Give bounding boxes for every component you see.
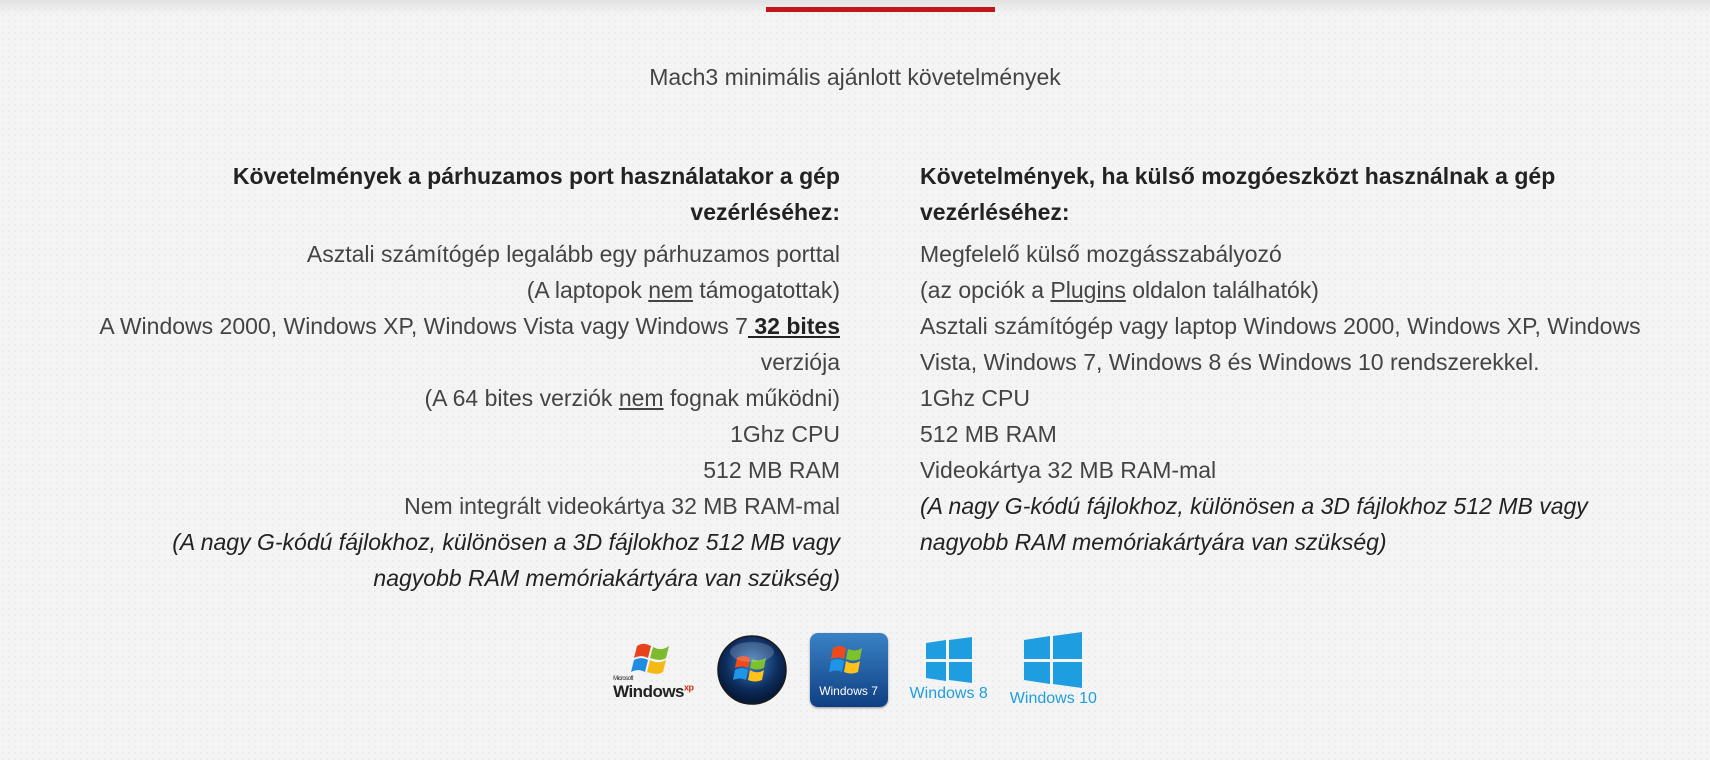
external-motion-requirements: Követelmények, ha külső mozgóeszközt has…: [920, 158, 1660, 560]
windows-10-logo-icon: [1024, 632, 1083, 688]
req-gcode-note: (A nagy G-kódú fájlokhoz, különösen a 3D…: [920, 493, 1588, 519]
req-plugins-note: (az opciók a Plugins oldalon találhatók): [920, 277, 1319, 303]
parallel-port-heading: Követelmények a párhuzamos port használa…: [232, 163, 840, 225]
req-gcode-note: (A nagy G-kódú fájlokhoz, különösen a 3D…: [172, 529, 840, 555]
req-laptop-note: (A laptopok nem támogatottak): [526, 277, 840, 303]
req-windows-versions-cont: verziója: [760, 349, 840, 375]
os-logos-row: Microsoft Windowsxp Windows 7 Windows 8 …: [0, 632, 1710, 708]
section-accent-bar: [766, 7, 995, 12]
req-cpu: 1Ghz CPU: [730, 421, 840, 447]
req-gcode-note-cont: nagyobb RAM memóriakártyára van szükség): [920, 529, 1387, 555]
req-video-card: Videokártya 32 MB RAM-mal: [920, 457, 1217, 483]
windows-7-logo: Windows 7: [809, 633, 888, 707]
req-cpu: 1Ghz CPU: [920, 385, 1030, 411]
req-video-card: Nem integrált videokártya 32 MB RAM-mal: [404, 493, 840, 519]
32-bit-emphasis: 32 bites: [747, 313, 840, 339]
parallel-port-requirements: Követelmények a párhuzamos port használa…: [80, 158, 840, 596]
req-os-list-cont: Vista, Windows 7, Windows 8 és Windows 1…: [920, 349, 1540, 375]
req-ram: 512 MB RAM: [920, 421, 1057, 447]
windows-7-logo-icon: [828, 646, 862, 674]
windows-8-logo: Windows 8: [910, 637, 988, 703]
section-subtitle: Mach3 minimális ajánlott követelmények: [649, 64, 1061, 90]
req-windows-versions: A Windows 2000, Windows XP, Windows Vist…: [99, 313, 840, 339]
plugins-link[interactable]: Plugins: [1050, 277, 1125, 303]
req-motion-controller: Megfelelő külső mozgásszabályozó: [920, 241, 1282, 267]
nem-emphasis: nem: [618, 385, 664, 411]
req-64bit-note: (A 64 bites verziók nem fognak működni): [424, 385, 841, 411]
req-desktop-parallel: Asztali számítógép legalább egy párhuzam…: [306, 241, 840, 267]
req-ram: 512 MB RAM: [703, 457, 840, 483]
windows-10-logo: Windows 10: [1010, 632, 1097, 708]
windows-vista-orb-icon: [716, 635, 787, 705]
windows-vista-logo: [716, 634, 788, 706]
nem-emphasis: nem: [648, 277, 693, 303]
external-motion-heading: Követelmények, ha külső mozgóeszközt has…: [920, 163, 1556, 225]
windows-8-logo-icon: [925, 637, 972, 683]
req-os-list: Asztali számítógép vagy laptop Windows 2…: [920, 313, 1641, 339]
windows-xp-logo: Microsoft Windowsxp: [613, 638, 694, 702]
req-gcode-note-cont: nagyobb RAM memóriakártyára van szükség): [373, 565, 840, 591]
